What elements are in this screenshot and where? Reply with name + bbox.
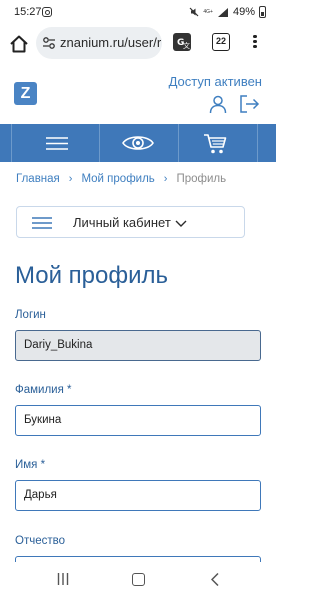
home-icon[interactable] bbox=[8, 33, 30, 55]
site-logo[interactable]: Z bbox=[14, 82, 37, 105]
status-bar: 15:27 4G+ 49% bbox=[0, 0, 276, 26]
translate-icon[interactable]: G 文 bbox=[172, 32, 192, 52]
site-settings-icon[interactable] bbox=[42, 36, 56, 50]
menu-icon bbox=[32, 217, 52, 229]
network-type: 4G+ bbox=[203, 8, 213, 15]
system-nav-bar bbox=[0, 562, 276, 598]
access-status[interactable]: Доступ активен bbox=[169, 74, 262, 89]
nav-accessibility-button[interactable] bbox=[100, 124, 179, 162]
nav-edge-left bbox=[0, 124, 12, 162]
patronymic-label: Отчество bbox=[15, 535, 65, 547]
login-label: Логин bbox=[15, 309, 46, 321]
recent-apps-icon[interactable] bbox=[57, 573, 69, 585]
nav-cart-button[interactable] bbox=[179, 124, 258, 162]
eye-icon bbox=[122, 136, 154, 150]
mute-icon bbox=[189, 7, 199, 17]
logout-icon[interactable] bbox=[238, 94, 260, 114]
nav-edge-right bbox=[258, 124, 276, 162]
signal-icon bbox=[217, 7, 228, 17]
cabinet-menu-label: Личный кабинет bbox=[73, 215, 171, 230]
page-title: Мой профиль bbox=[15, 262, 169, 289]
breadcrumb: Главная › Мой профиль › Профиль bbox=[16, 173, 226, 185]
browser-menu-icon[interactable] bbox=[252, 33, 258, 53]
site-header: Z Доступ активен bbox=[0, 62, 276, 124]
breadcrumb-my-profile[interactable]: Мой профиль bbox=[81, 173, 154, 185]
status-time: 15:27 bbox=[14, 6, 42, 18]
tabs-count-button[interactable]: 22 bbox=[212, 33, 230, 51]
nav-menu-button[interactable] bbox=[12, 124, 100, 162]
breadcrumb-home[interactable]: Главная bbox=[16, 173, 60, 185]
name-field[interactable]: Дарья bbox=[15, 480, 261, 511]
breadcrumb-separator-icon: › bbox=[68, 173, 73, 185]
back-icon[interactable] bbox=[211, 573, 219, 586]
menu-icon bbox=[46, 137, 68, 150]
site-nav-bar bbox=[0, 124, 276, 162]
surname-label: Фамилия * bbox=[15, 384, 72, 396]
cart-icon bbox=[204, 134, 227, 154]
breadcrumb-current: Профиль bbox=[176, 173, 227, 185]
name-label: Имя * bbox=[15, 459, 46, 471]
cabinet-menu-dropdown[interactable]: Личный кабинет bbox=[16, 206, 245, 238]
chevron-down-icon bbox=[175, 220, 187, 227]
url-text: znanium.ru/user/r bbox=[60, 35, 162, 50]
browser-toolbar: znanium.ru/user/r G 文 22 bbox=[0, 26, 276, 62]
battery-percent: 49% bbox=[232, 6, 255, 18]
battery-icon bbox=[259, 6, 266, 18]
surname-field[interactable]: Букина bbox=[15, 405, 261, 436]
user-profile-icon[interactable] bbox=[208, 94, 228, 114]
status-indicators: 4G+ 49% bbox=[189, 5, 266, 19]
instagram-notification-icon bbox=[42, 7, 52, 17]
breadcrumb-separator-icon: › bbox=[163, 173, 168, 185]
address-bar[interactable]: znanium.ru/user/r bbox=[36, 27, 162, 59]
login-field[interactable]: Dariy_Bukina bbox=[15, 330, 261, 361]
svg-text:文: 文 bbox=[183, 41, 190, 50]
system-home-icon[interactable] bbox=[132, 573, 145, 586]
